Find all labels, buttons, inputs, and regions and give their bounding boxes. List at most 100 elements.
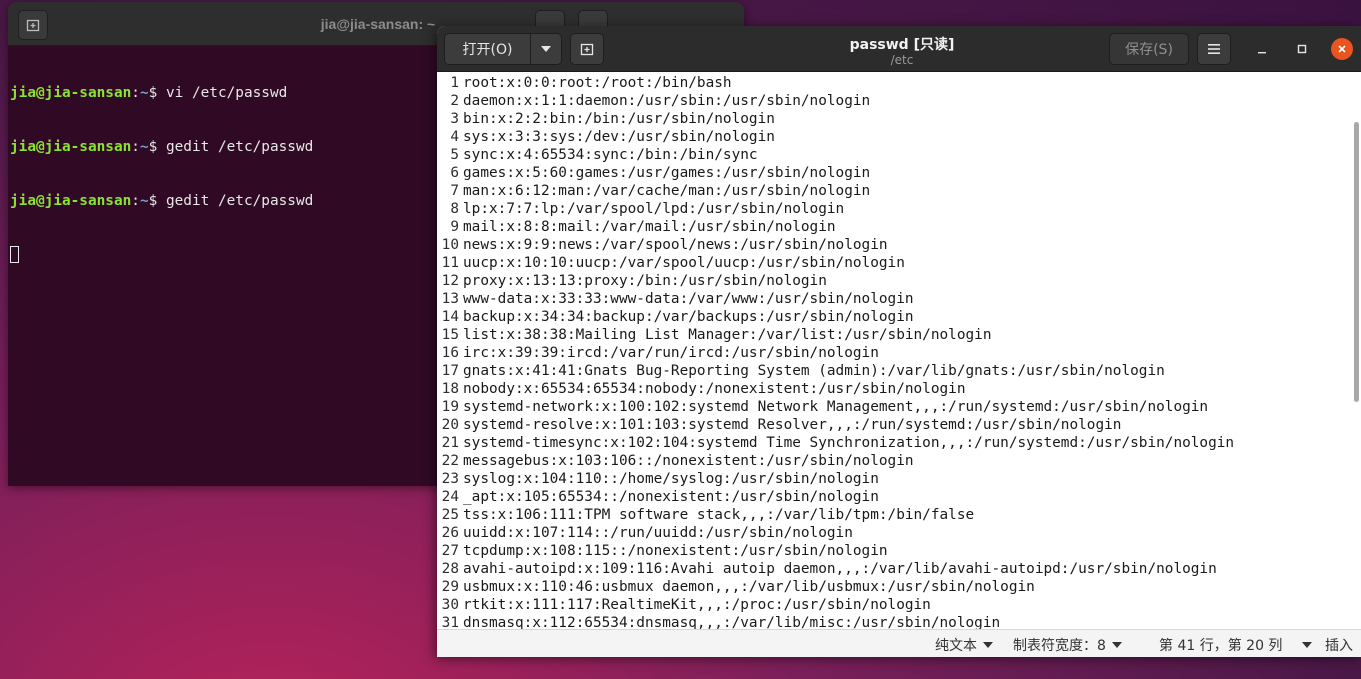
line-number: 28 (441, 561, 459, 577)
terminal-cursor (10, 246, 19, 263)
line-number: 7 (450, 183, 459, 199)
line-text: messagebus:x:103:106::/nonexistent:/usr/… (463, 453, 914, 469)
insert-mode-indicator: 插入 (1325, 635, 1353, 655)
caret-down-icon (983, 642, 993, 648)
insert-mode-label: 插入 (1325, 638, 1353, 654)
line-number: 2 (450, 93, 459, 109)
line-number: 13 (441, 291, 459, 307)
code-line: 6 games:x:5:60:games:/usr/games:/usr/sbin… (437, 164, 1361, 182)
line-number: 10 (441, 237, 459, 253)
language-label: 纯文本 (935, 638, 977, 654)
document-path: /etc (890, 53, 914, 67)
line-text: man:x:6:12:man:/var/cache/man:/usr/sbin/… (463, 183, 871, 199)
minimize-button[interactable] (1251, 38, 1273, 60)
new-tab-icon (26, 19, 40, 32)
prompt-user: jia@jia-sansan (10, 139, 132, 155)
code-line: 21 systemd-timesync:x:102:104:systemd Tim… (437, 434, 1361, 452)
line-number: 17 (441, 363, 459, 379)
caret-down-icon (1111, 642, 1122, 648)
line-text: news:x:9:9:news:/var/spool/news:/usr/sbi… (463, 237, 888, 253)
save-button[interactable]: 保存(S) (1109, 33, 1189, 65)
minimize-icon (1258, 52, 1266, 54)
line-text: daemon:x:1:1:daemon:/usr/sbin:/usr/sbin/… (463, 93, 871, 109)
code-line: 4 sys:x:3:3:sys:/dev:/usr/sbin/nologin (437, 128, 1361, 146)
line-text: irc:x:39:39:ircd:/var/run/ircd:/usr/sbin… (463, 345, 879, 361)
line-text: games:x:5:60:games:/usr/games:/usr/sbin/… (463, 165, 871, 181)
code-line: 11 uucp:x:10:10:uucp:/var/spool/uucp:/usr… (437, 254, 1361, 272)
line-number: 24 (441, 489, 459, 505)
line-number: 19 (441, 399, 459, 415)
line-text: systemd-timesync:x:102:104:systemd Time … (463, 435, 1235, 451)
code-lines: 1 root:x:0:0:root:/root:/bin/bash 2 daemon:… (437, 72, 1361, 629)
code-line: 8 lp:x:7:7:lp:/var/spool/lpd:/usr/sbin/no… (437, 200, 1361, 218)
maximize-icon (1297, 44, 1307, 54)
line-text: tcpdump:x:108:115::/nonexistent:/usr/sbi… (463, 543, 888, 559)
open-button[interactable]: 打开(O) (445, 34, 531, 64)
line-text: root:x:0:0:root:/root:/bin/bash (463, 75, 732, 91)
code-line: 7 man:x:6:12:man:/var/cache/man:/usr/sbin… (437, 182, 1361, 200)
code-line: 20 systemd-resolve:x:101:103:systemd Reso… (437, 416, 1361, 434)
line-number: 6 (450, 165, 459, 181)
line-number: 14 (441, 309, 459, 325)
code-line: 16 irc:x:39:39:ircd:/var/run/ircd:/usr/sb… (437, 344, 1361, 362)
status-bar: 纯文本 制表符宽度：8 第 41 行，第 20 列 插入 (437, 629, 1361, 657)
line-number: 8 (450, 201, 459, 217)
line-number: 9 (450, 219, 459, 235)
line-number: 5 (450, 147, 459, 163)
open-dropdown-button[interactable] (531, 34, 561, 64)
code-line: 15 list:x:38:38:Mailing List Manager:/var… (437, 326, 1361, 344)
line-text: _apt:x:105:65534::/nonexistent:/usr/sbin… (463, 489, 879, 505)
line-text: syslog:x:104:110::/home/syslog:/usr/sbin… (463, 471, 879, 487)
code-line: 22 messagebus:x:103:106::/nonexistent:/us… (437, 452, 1361, 470)
caret-down-icon (1302, 642, 1313, 648)
line-number: 26 (441, 525, 459, 541)
new-document-icon (580, 43, 594, 56)
code-line: 5 sync:x:4:65534:sync:/bin:/bin/sync (437, 146, 1361, 164)
code-line: 31 dnsmasq:x:112:65534:dnsmasq,,,:/var/li… (437, 614, 1361, 629)
line-text: sync:x:4:65534:sync:/bin:/bin/sync (463, 147, 758, 163)
maximize-button[interactable] (1291, 38, 1313, 60)
vertical-scrollbar[interactable] (1354, 122, 1359, 402)
prompt-symbol: $ (148, 85, 158, 101)
prompt-path: ~ (139, 85, 149, 101)
line-text: mail:x:8:8:mail:/var/mail:/usr/sbin/nolo… (463, 219, 836, 235)
language-selector[interactable]: 纯文本 (935, 635, 993, 655)
cursor-position-selector[interactable]: 第 41 行，第 20 列 (1159, 635, 1313, 655)
code-line: 10 news:x:9:9:news:/var/spool/news:/usr/s… (437, 236, 1361, 254)
line-number: 1 (450, 75, 459, 91)
cursor-position-label: 第 41 行，第 20 列 (1159, 638, 1283, 654)
code-line: 3 bin:x:2:2:bin:/bin:/usr/sbin/nologin (437, 110, 1361, 128)
prompt-user: jia@jia-sansan (10, 193, 132, 209)
line-text: nobody:x:65534:65534:nobody:/nonexistent… (463, 381, 966, 397)
line-text: www-data:x:33:33:www-data:/var/www:/usr/… (463, 291, 914, 307)
close-button[interactable] (1331, 38, 1353, 60)
line-text: sys:x:3:3:sys:/dev:/usr/sbin/nologin (463, 129, 775, 145)
code-line: 30 rtkit:x:111:117:RealtimeKit,,,:/proc:/… (437, 596, 1361, 614)
terminal-title: jia@jia-sansan: ~ (320, 16, 436, 32)
line-text: lp:x:7:7:lp:/var/spool/lpd:/usr/sbin/nol… (463, 201, 845, 217)
line-number: 11 (441, 255, 459, 271)
line-number: 15 (441, 327, 459, 343)
line-number: 29 (441, 579, 459, 595)
line-text: tss:x:106:111:TPM software stack,,,:/var… (463, 507, 975, 523)
prompt-symbol: $ (148, 139, 158, 155)
code-line: 2 daemon:x:1:1:daemon:/usr/sbin:/usr/sbin… (437, 92, 1361, 110)
line-number: 25 (441, 507, 459, 523)
code-line: 24 _apt:x:105:65534::/nonexistent:/usr/sb… (437, 488, 1361, 506)
code-line: 25 tss:x:106:111:TPM software stack,,,:/v… (437, 506, 1361, 524)
new-tab-button[interactable] (18, 10, 48, 40)
tab-width-label: 制表符宽度：8 (1013, 638, 1106, 654)
gedit-window[interactable]: 打开(O) passwd [只读] /etc 保存(S) 1 root:x:0:… (437, 26, 1361, 657)
line-text: usbmux:x:110:46:usbmux daemon,,,:/var/li… (463, 579, 1035, 595)
new-document-button[interactable] (570, 33, 604, 65)
tab-width-selector[interactable]: 制表符宽度：8 (1013, 635, 1122, 655)
terminal-command: gedit /etc/passwd (165, 193, 314, 209)
line-number: 27 (441, 543, 459, 559)
line-number: 4 (450, 129, 459, 145)
line-text: systemd-network:x:100:102:systemd Networ… (463, 399, 1209, 415)
prompt-symbol: $ (148, 193, 158, 209)
hamburger-menu-button[interactable] (1197, 33, 1231, 65)
line-number: 21 (441, 435, 459, 451)
text-editor-area[interactable]: 1 root:x:0:0:root:/root:/bin/bash 2 daemon:… (437, 72, 1361, 629)
line-text: proxy:x:13:13:proxy:/bin:/usr/sbin/nolog… (463, 273, 827, 289)
